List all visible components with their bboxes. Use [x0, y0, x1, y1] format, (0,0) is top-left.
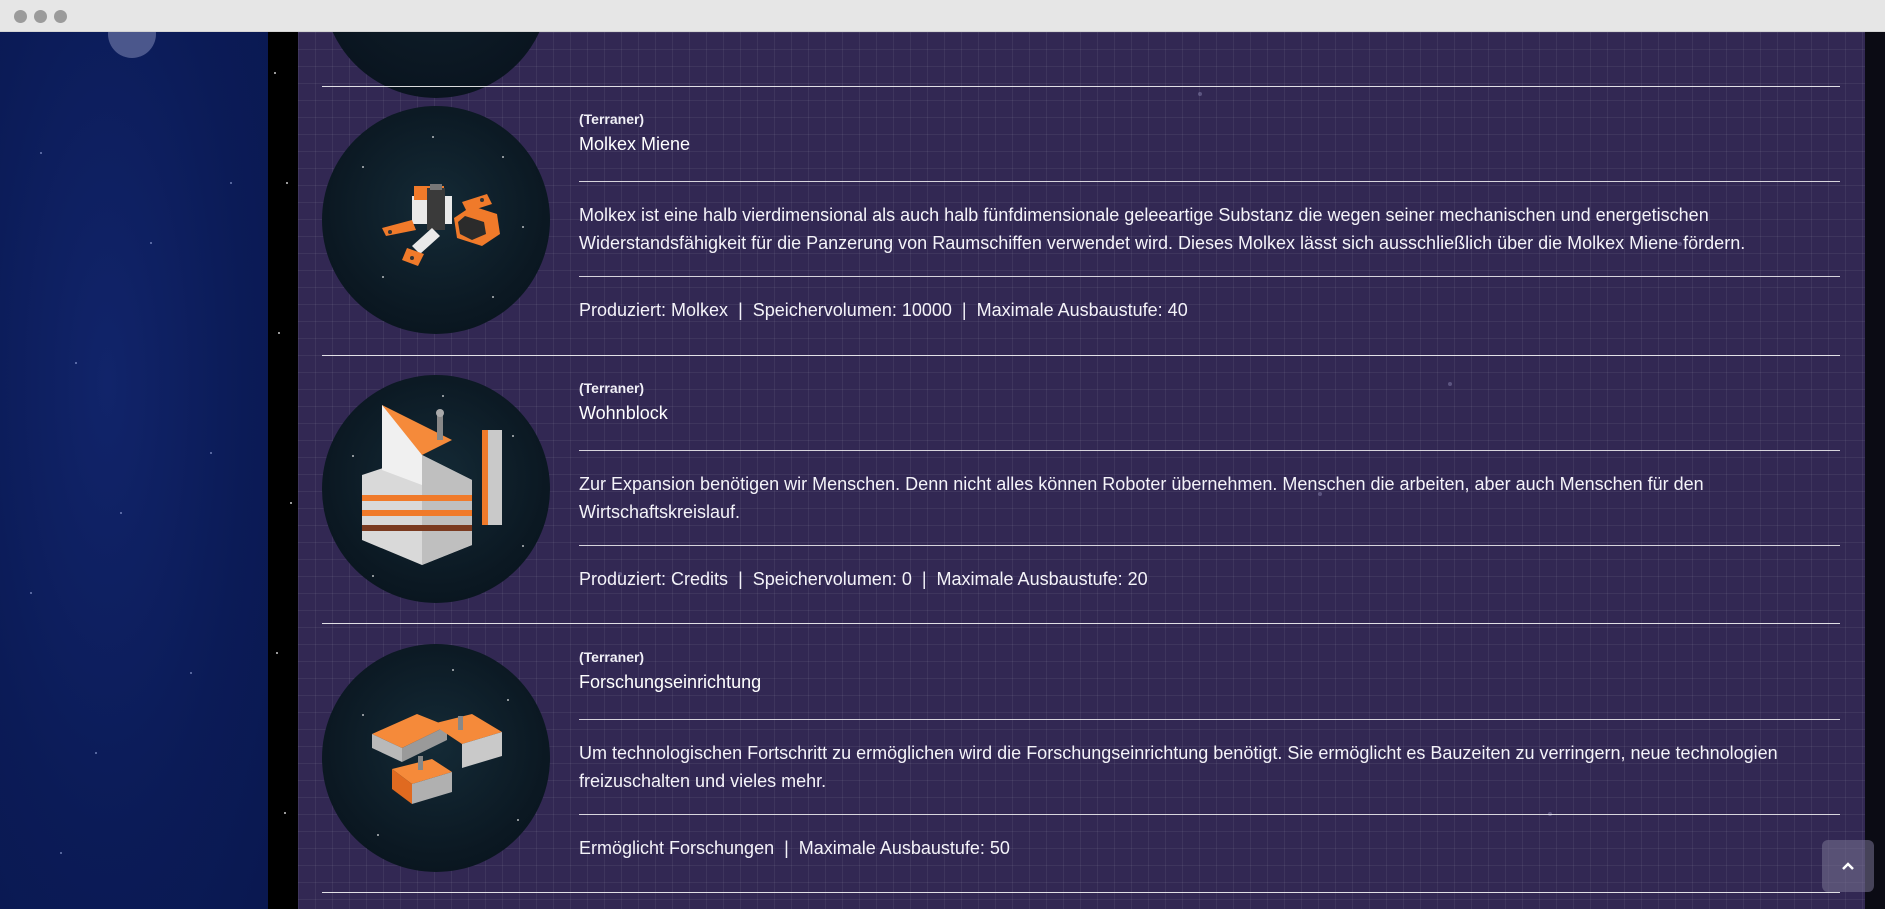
divider — [579, 719, 1840, 720]
building-race: (Terraner) — [579, 649, 645, 665]
building-name: Forschungseinrichtung — [579, 672, 762, 692]
stat-produces: Produziert: Credits — [579, 569, 729, 589]
stat-max-level: Maximale Ausbaustufe: 50 — [798, 838, 1010, 858]
divider — [579, 181, 1840, 182]
building-description: Zur Expansion benötigen wir Menschen. De… — [579, 474, 1704, 522]
stat-separator: | — [738, 569, 743, 589]
browser-titlebar — [0, 0, 1885, 32]
stat-max-level: Maximale Ausbaustufe: 40 — [976, 300, 1188, 320]
divider — [579, 276, 1840, 277]
window-maximize-icon[interactable] — [54, 10, 67, 23]
building-race: (Terraner) — [579, 111, 645, 127]
building-stats: Produziert: Credits | Speichervolumen: 0 | M… — [579, 569, 1148, 590]
window-minimize-icon[interactable] — [34, 10, 47, 23]
molkex-mine-icon — [322, 106, 550, 334]
stat-separator: | — [921, 569, 927, 589]
research-facility-icon — [322, 644, 550, 872]
stat-unlocks: Ermöglicht Forschungen — [579, 838, 775, 858]
stat-max-level: Maximale Ausbaustufe: 20 — [936, 569, 1148, 589]
building-card-molkex-miene: (Terraner) Molkex Miene Molkex ist eine … — [322, 86, 1840, 356]
building-description: Um technologischen Fortschritt zu ermögl… — [579, 743, 1778, 791]
residential-block-icon — [322, 375, 550, 603]
sidebar — [0, 32, 268, 909]
divider — [579, 545, 1840, 546]
stat-produces: Produziert: Molkex — [579, 300, 729, 320]
building-race: (Terraner) — [579, 380, 645, 396]
building-stats: Produziert: Molkex | Speichervolumen: 1000… — [579, 300, 1188, 321]
building-name: Wohnblock — [579, 403, 668, 423]
stat-storage: Speichervolumen: 0 — [752, 569, 912, 589]
avatar[interactable] — [108, 32, 156, 58]
divider — [579, 450, 1840, 451]
building-card-wohnblock: (Terraner) Wohnblock Zur Expansion benöt… — [322, 355, 1840, 625]
building-stats: Ermöglicht Forschungen | Maximale Ausbaust… — [579, 838, 1010, 859]
stat-separator: | — [961, 300, 967, 320]
stat-separator: | — [738, 300, 743, 320]
divider — [322, 892, 1840, 893]
page-edge — [1865, 32, 1885, 909]
building-name: Molkex Miene — [579, 134, 691, 154]
stat-separator: | — [784, 838, 789, 858]
stat-storage: Speichervolumen: 10000 — [752, 300, 952, 320]
building-description: Molkex ist eine halb vierdimensional als… — [579, 205, 1746, 253]
building-card-forschungseinrichtung: (Terraner) Forschungseinrichtung Um tech… — [322, 624, 1840, 894]
window-close-icon[interactable] — [14, 10, 27, 23]
divider — [579, 814, 1840, 815]
scroll-top-button[interactable] — [1822, 840, 1874, 892]
chevron-up-icon — [1842, 862, 1854, 870]
starfield-gutter — [268, 32, 298, 909]
